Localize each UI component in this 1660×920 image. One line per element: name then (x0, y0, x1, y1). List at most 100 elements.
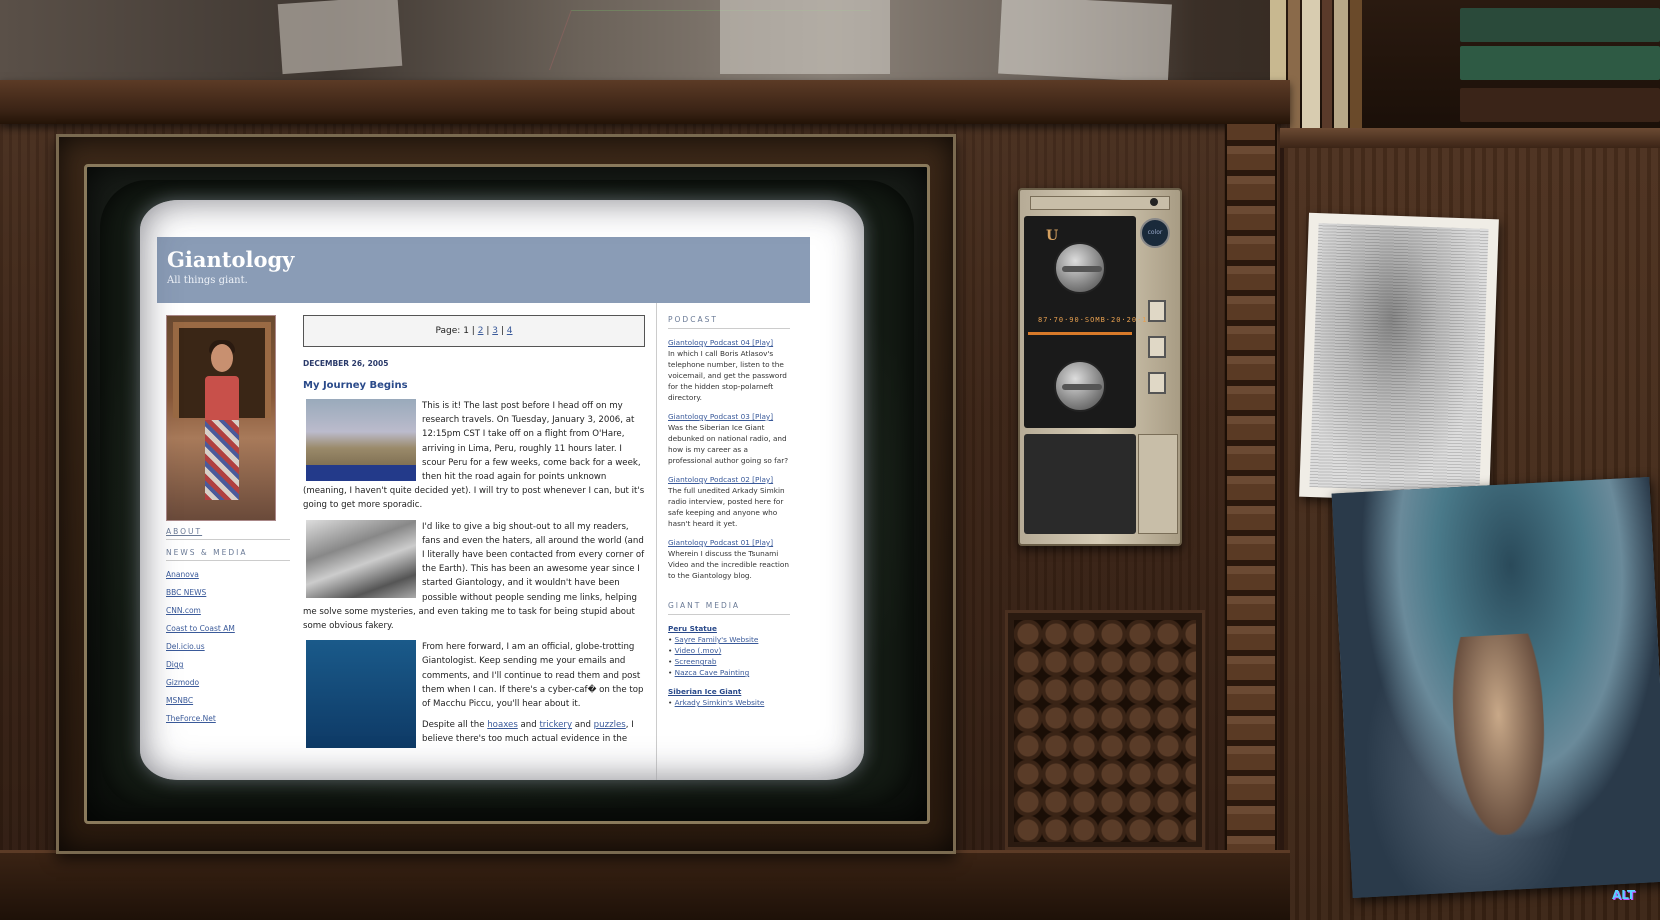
radio-panel: U 87·70·90·SOMB·20·20·14 color (1018, 188, 1182, 546)
media-group-title[interactable]: Peru Statue (668, 623, 793, 634)
pager-link[interactable]: 4 (507, 326, 513, 336)
book (1460, 8, 1660, 42)
podcast-item: Giantology Podcast 02 [Play] The full un… (668, 474, 793, 529)
post-title[interactable]: My Journey Begins (303, 380, 648, 391)
media-item: • Video (.mov) (668, 646, 722, 655)
podcast-link[interactable]: Giantology Podcast 01 [Play] (668, 537, 793, 548)
pager-sep: | (500, 326, 504, 336)
wood-ledge (1280, 128, 1660, 148)
speaker (1024, 434, 1136, 534)
podcast-item: Giantology Podcast 03 [Play] Was the Sib… (668, 411, 793, 466)
carved-column (1225, 124, 1277, 920)
pinned-paper (720, 0, 890, 74)
book (1460, 88, 1660, 122)
site-header: Giantology All things giant. (157, 237, 810, 303)
media-item: • Sayre Family's Website (668, 635, 759, 644)
puzzles-link[interactable]: puzzles (594, 720, 626, 730)
podcast-link[interactable]: Giantology Podcast 03 [Play] (668, 411, 793, 422)
cabinet-ledge (0, 80, 1290, 124)
trickery-link[interactable]: trickery (539, 720, 572, 730)
book (1460, 46, 1660, 80)
media-link[interactable]: Arkady Simkin's Website (675, 698, 765, 707)
left-sidebar: ABOUT NEWS & MEDIA Ananova BBC NEWS CNN.… (166, 315, 292, 723)
book-spine (1302, 0, 1320, 130)
news-link[interactable]: BBC NEWS (166, 588, 292, 597)
media-link[interactable]: Sayre Family's Website (675, 635, 759, 644)
cabinet-base (0, 850, 1290, 920)
paragraph-text: and (520, 720, 537, 731)
right-sidebar: PODCAST Giantology Podcast 04 [Play] In … (668, 315, 793, 708)
radio-button[interactable] (1148, 336, 1166, 358)
u-mark: U (1046, 228, 1059, 244)
post-paragraph: From here forward, I am an official, glo… (303, 640, 648, 749)
pager-link[interactable]: 2 (478, 326, 484, 336)
news-link[interactable]: CNN.com (166, 606, 292, 615)
hoaxes-link[interactable]: hoaxes (487, 720, 518, 730)
profile-photo (166, 315, 276, 521)
pinned-paper (998, 0, 1172, 83)
book-spine (1334, 0, 1348, 130)
book-spine (1350, 0, 1362, 130)
post-body: This is it! The last post before I head … (303, 399, 648, 749)
atlas-figure (1449, 632, 1550, 838)
media-link[interactable]: Video (.mov) (675, 646, 722, 655)
tuning-knob[interactable] (1054, 242, 1106, 294)
kid-shirt (205, 376, 239, 422)
media-group-title[interactable]: Siberian Ice Giant (668, 686, 793, 697)
atlas-painting-image (1331, 476, 1660, 899)
podcast-link[interactable]: Giantology Podcast 04 [Play] (668, 337, 793, 348)
media-item: • Nazca Cave Painting (668, 668, 750, 677)
news-link[interactable]: TheForce.Net (166, 714, 292, 723)
speaker-grille (1014, 620, 1196, 842)
paragraph-text: From here forward, I am an official, glo… (422, 642, 644, 710)
about-link[interactable]: ABOUT (166, 527, 290, 540)
radio-face: U 87·70·90·SOMB·20·20·14 (1024, 216, 1153, 428)
pager-current: 1 (463, 326, 469, 336)
media-group: Peru Statue • Sayre Family's Website • V… (668, 623, 793, 678)
post-paragraph: I'd like to give a big shout-out to all … (303, 519, 648, 634)
news-link[interactable]: Digg (166, 660, 292, 669)
news-media-heading: NEWS & MEDIA (166, 548, 290, 561)
radio-screw (1150, 198, 1158, 206)
engraving-art (1309, 223, 1489, 493)
news-link[interactable]: Coast to Coast AM (166, 624, 292, 633)
media-item: • Screengrab (668, 657, 717, 666)
radio-button[interactable] (1148, 300, 1166, 322)
pager-sep: | (471, 326, 475, 336)
podcast-item: Giantology Podcast 04 [Play] In which I … (668, 337, 793, 403)
media-group: Siberian Ice Giant • Arkady Simkin's Web… (668, 686, 793, 708)
paragraph-text: Despite all the (422, 720, 485, 731)
side-plate (1138, 434, 1178, 534)
podcast-item: Giantology Podcast 01 [Play] Wherein I d… (668, 537, 793, 581)
paragraph-text: and (574, 720, 591, 731)
news-link[interactable]: MSNBC (166, 696, 292, 705)
frequency-bar (1028, 332, 1132, 335)
kid-head (211, 344, 233, 372)
radio-button[interactable] (1148, 372, 1166, 394)
kid-pants (205, 420, 239, 500)
post-date: DECEMBER 26, 2005 (303, 359, 389, 368)
podcast-desc: Wherein I discuss the Tsunami Video and … (668, 549, 790, 580)
news-link[interactable]: Gizmodo (166, 678, 292, 687)
underwater-image[interactable] (306, 640, 416, 749)
media-link[interactable]: Screengrab (675, 657, 717, 666)
ruins-image[interactable] (306, 519, 416, 598)
podcast-desc: The full unedited Arkady Simkin radio in… (668, 486, 785, 528)
site-title[interactable]: Giantology (167, 247, 294, 272)
frequency-readout: 87·70·90·SOMB·20·20·14 (1038, 316, 1153, 324)
site-tagline: All things giant. (167, 275, 248, 286)
media-item: • Arkady Simkin's Website (668, 698, 765, 707)
giant-media-heading: GIANT MEDIA (668, 601, 790, 615)
pager-sep: | (486, 326, 490, 336)
media-link[interactable]: Nazca Cave Painting (675, 668, 750, 677)
news-link[interactable]: Del.icio.us (166, 642, 292, 651)
giant-engraving-image (1299, 212, 1499, 504)
news-screenshot-image[interactable] (306, 399, 416, 481)
volume-knob[interactable] (1054, 360, 1106, 412)
podcast-heading: PODCAST (668, 315, 790, 329)
news-link[interactable]: Ananova (166, 570, 292, 579)
pager-link[interactable]: 3 (492, 326, 498, 336)
podcast-link[interactable]: Giantology Podcast 02 [Play] (668, 474, 793, 485)
pinned-paper (277, 0, 403, 75)
podcast-desc: Was the Siberian Ice Giant debunked on n… (668, 423, 789, 465)
